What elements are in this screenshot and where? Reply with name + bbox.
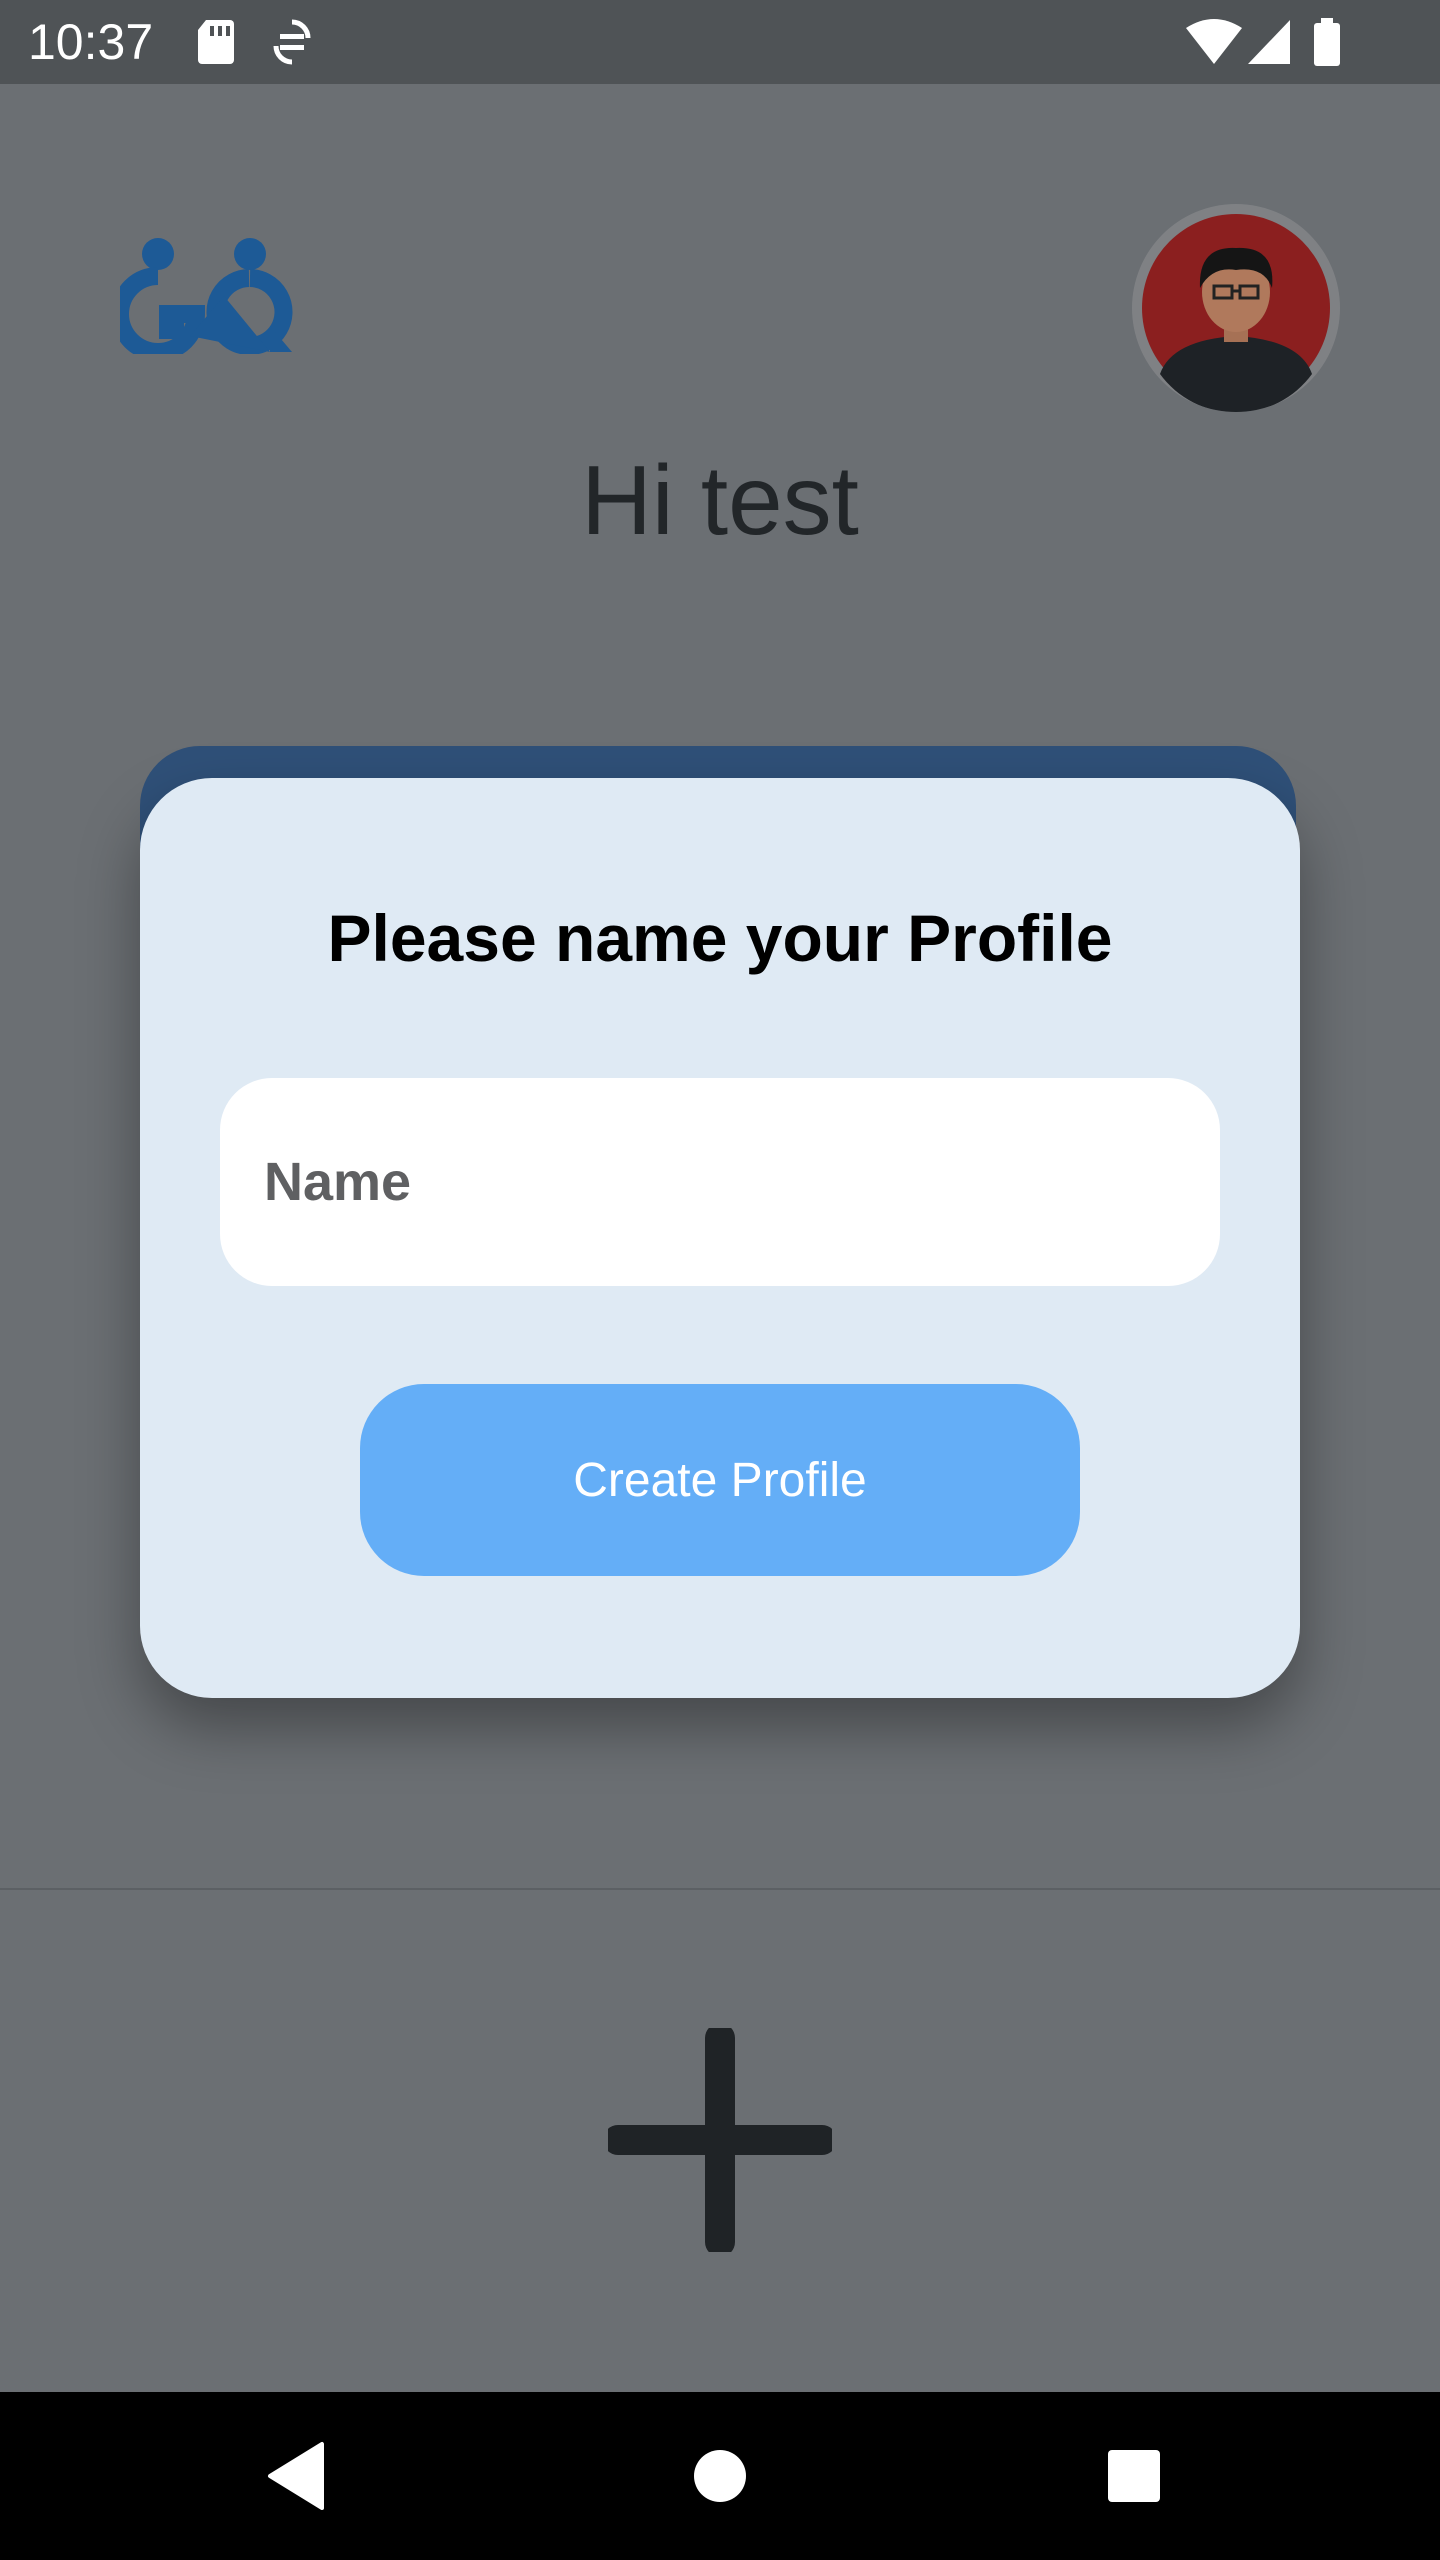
greeting-text: Hi test — [581, 445, 859, 555]
home-circle-icon[interactable] — [680, 2436, 760, 2516]
cell-signal-icon — [1248, 20, 1290, 64]
create-profile-button[interactable]: Create Profile — [360, 1384, 1080, 1576]
recents-square-icon[interactable] — [1094, 2436, 1174, 2516]
battery-icon — [1314, 18, 1340, 66]
sync-icon — [273, 19, 311, 65]
section-divider — [0, 1888, 1440, 1890]
name-profile-dialog: Please name your Profile Create Profile — [140, 778, 1300, 1698]
name-input[interactable] — [220, 1078, 1220, 1286]
plus-icon[interactable] — [608, 2028, 832, 2252]
user-avatar-icon — [1132, 204, 1340, 412]
status-bar: 10:37 — [0, 0, 1440, 84]
status-time: 10:37 — [28, 14, 154, 70]
sd-card-icon — [198, 20, 234, 64]
wifi-icon — [1186, 19, 1242, 64]
profile-avatar[interactable] — [1132, 204, 1340, 412]
system-nav-bar — [0, 2392, 1440, 2560]
app-logo-icon — [120, 238, 293, 354]
dialog-title: Please name your Profile — [327, 901, 1113, 975]
back-triangle-icon[interactable] — [260, 2436, 340, 2516]
